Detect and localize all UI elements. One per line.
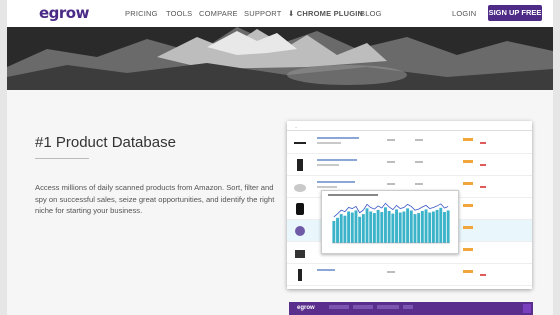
chart-bar: [387, 210, 391, 243]
chart-bar: [439, 207, 443, 243]
chart-bar: [339, 214, 343, 243]
rating-stars: [463, 270, 473, 273]
product-thumbnail: [296, 203, 304, 215]
chart-bar: [398, 212, 402, 243]
nav-blog[interactable]: BLOG: [360, 9, 382, 18]
chart-bar: [347, 211, 351, 243]
hero-mountain-image: [7, 27, 553, 90]
row-cell: [387, 183, 395, 185]
product-thumbnail: [294, 184, 306, 192]
bottom-bar-tab: [403, 305, 413, 309]
chart-bar: [361, 214, 365, 243]
chart-bar: [443, 212, 446, 243]
row-cell: [387, 271, 395, 273]
product-thumbnail: [297, 159, 303, 171]
chart-bar: [428, 212, 432, 243]
app-bottom-bar: egrow: [289, 302, 533, 315]
chart-bar: [354, 210, 358, 243]
bottom-bar-tab: [329, 305, 349, 309]
page: egrow PRICING TOOLS COMPARE SUPPORT ⬇ CH…: [7, 0, 553, 315]
rating-stars: [463, 226, 473, 229]
signup-button[interactable]: SIGN UP FREE: [488, 5, 542, 21]
product-table-screenshot: ─: [287, 121, 532, 289]
chart-bar: [369, 211, 373, 243]
chart-bar: [409, 210, 413, 243]
table-header-cell: ─: [295, 125, 298, 129]
chart-bar: [332, 220, 336, 243]
row-meta: [317, 164, 339, 166]
chart-bar: [358, 216, 362, 243]
product-thumbnail: [294, 142, 306, 144]
rank-change: [480, 274, 486, 276]
rank-change: [480, 186, 486, 188]
product-thumbnail: [295, 226, 305, 236]
chart-bar: [406, 208, 410, 243]
download-icon: ⬇: [288, 9, 295, 18]
row-cell: [387, 139, 395, 141]
egrow-logo[interactable]: egrow: [39, 4, 89, 22]
rating-stars: [463, 182, 473, 185]
nav-compare[interactable]: COMPARE: [199, 9, 238, 18]
nav-chrome-plugin-label: CHROME PLUGIN: [296, 9, 364, 18]
chart-bar: [435, 209, 439, 243]
section-title: #1 Product Database: [35, 134, 176, 151]
product-thumbnail: [298, 269, 302, 281]
chart-bar: [395, 209, 398, 243]
rating-stars: [463, 248, 473, 251]
chart-bar: [376, 209, 380, 243]
rank-change: [480, 142, 486, 144]
rating-stars: [463, 160, 473, 163]
chart-bar: [402, 211, 406, 243]
chart-bar: [343, 215, 347, 243]
row-cell: [415, 139, 423, 141]
row-title: [317, 159, 357, 161]
row-title: [317, 137, 359, 139]
chart-bar: [365, 208, 369, 243]
bottom-bar-logo: egrow: [297, 305, 315, 311]
chart-bar: [417, 213, 421, 243]
table-row: [287, 264, 532, 286]
row-cell: [387, 161, 395, 163]
chart-bar: [413, 214, 417, 243]
table-row: [287, 132, 532, 154]
table-row: [287, 154, 532, 176]
product-database-section: #1 Product Database Access millions of d…: [7, 90, 553, 315]
chart-bar: [420, 210, 424, 243]
chart-bar: [446, 210, 450, 243]
chart-bar: [431, 211, 435, 243]
nav-pricing[interactable]: PRICING: [125, 9, 158, 18]
nav-chrome-plugin[interactable]: ⬇ CHROME PLUGIN: [288, 9, 363, 18]
chart-bar: [424, 209, 428, 243]
row-title: [317, 181, 355, 183]
table-header: ─: [287, 125, 532, 131]
row-meta: [317, 142, 341, 144]
row-title: [317, 269, 335, 271]
row-cell: [415, 161, 423, 163]
nav-tools[interactable]: TOOLS: [166, 9, 192, 18]
chart-bar: [336, 217, 339, 243]
nav-support[interactable]: SUPPORT: [244, 9, 282, 18]
top-navigation: egrow PRICING TOOLS COMPARE SUPPORT ⬇ CH…: [7, 0, 553, 27]
chart-bar: [391, 213, 395, 243]
chart-bar: [350, 212, 354, 243]
sales-history-chart-popup: [321, 190, 459, 254]
bottom-bar-tab: [377, 305, 399, 309]
row-cell: [415, 183, 423, 185]
chart-bar: [372, 213, 376, 243]
rating-stars: [463, 138, 473, 141]
chart-bar: [380, 212, 384, 243]
rating-stars: [463, 204, 473, 207]
product-thumbnail: [295, 250, 305, 258]
chart-bar: [384, 207, 387, 243]
login-link[interactable]: LOGIN: [452, 9, 476, 18]
bottom-bar-tab: [353, 305, 373, 309]
bottom-bar-button[interactable]: [523, 304, 531, 313]
rank-change: [480, 164, 486, 166]
row-meta: [317, 186, 337, 188]
title-divider: [35, 158, 89, 159]
chart-header: [328, 194, 378, 196]
sales-history-chart: [328, 194, 450, 244]
section-description: Access millions of daily scanned product…: [35, 183, 275, 215]
